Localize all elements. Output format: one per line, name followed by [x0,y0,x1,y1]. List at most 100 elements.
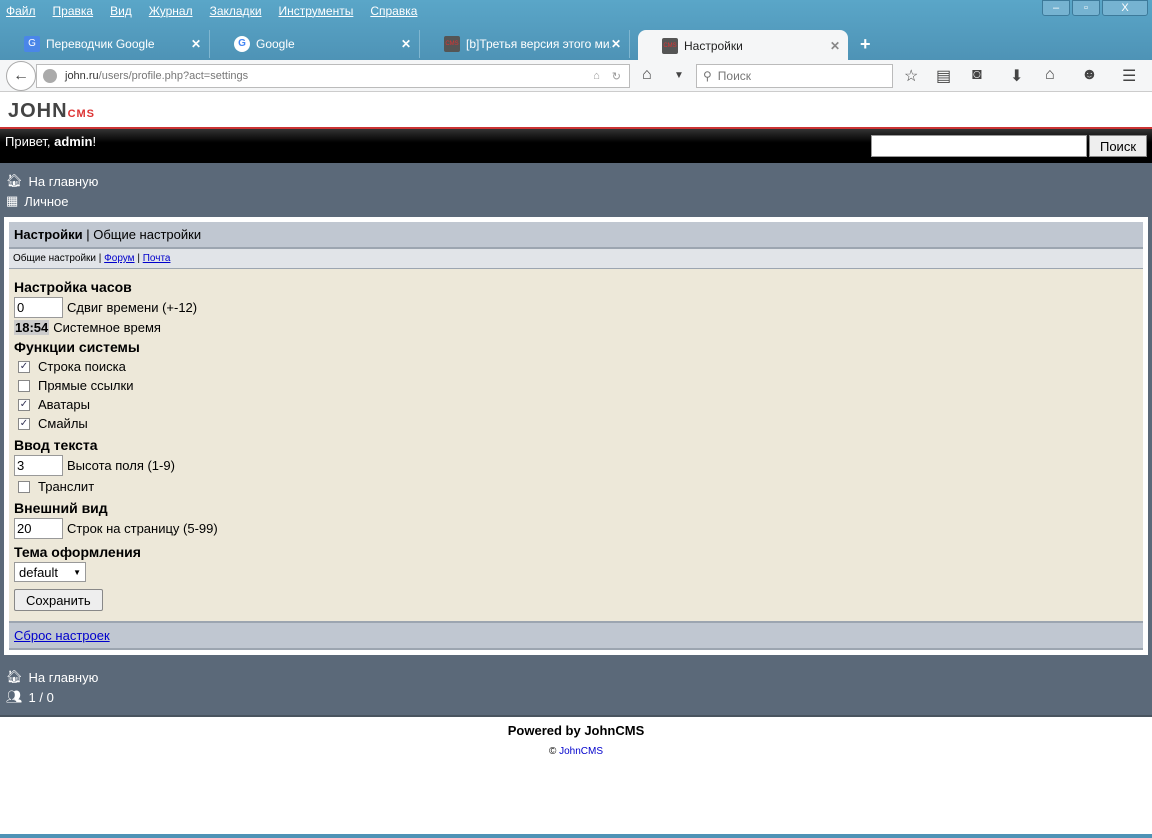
reset-settings-link[interactable]: Сброс настроек [14,628,110,643]
hamburger-menu-icon[interactable]: ☰ [1122,66,1136,86]
checkbox-search-bar[interactable]: ✓ Строка поиска [14,357,1138,376]
download-icon[interactable]: ⬇ [1010,66,1023,86]
online-value: 1 / 0 [28,689,54,705]
field-height-label: Высота поля (1-9) [67,457,175,473]
page-title: Настройки | Общие настройки [9,222,1143,249]
tab-google[interactable]: G Google ✕ [210,30,420,58]
nav-home[interactable]: 🏠︎ На главную [6,171,1146,191]
site-logo[interactable]: JOHNCMS [0,92,1152,127]
globe-icon [43,69,57,83]
system-heading: Функции системы [14,339,140,355]
menu-edit[interactable]: Правка [53,4,94,18]
back-arrow-icon[interactable]: ← [6,60,36,91]
menu-view[interactable]: Вид [110,4,132,18]
browser-chrome: Файл Правка Вид Журнал Закладки Инструме… [0,0,1152,62]
home-page-icon[interactable]: ⌂ [593,70,600,83]
minimize-button[interactable]: – [1042,0,1070,16]
menu-file[interactable]: Файл [6,4,36,18]
new-tab-icon[interactable]: + [860,34,871,55]
grid-icon: ▦ [6,193,19,208]
tab-forum[interactable]: CMS [b]Третья версия этого ми... ✕ [420,30,630,58]
close-tab-icon[interactable]: ✕ [611,37,621,51]
tab-label: Google [256,37,295,51]
restore-button[interactable]: ▫ [1072,0,1100,16]
tab-label: Переводчик Google [46,37,155,51]
greeting: Привет, admin! [5,134,97,149]
clock-heading: Настройка часов [14,279,132,295]
close-tab-icon[interactable]: ✕ [830,39,840,53]
chevron-down-icon: ▼ [73,567,81,577]
save-button[interactable]: Сохранить [14,589,103,611]
search-icon: ⚲ [703,69,712,83]
powered-by: Powered by JohnCMS [507,723,645,738]
menu-history[interactable]: Журнал [149,4,193,18]
rows-per-page-label: Строк на страницу (5-99) [67,520,218,536]
input-heading: Ввод текста [14,437,98,453]
nav-label: На главную [28,173,99,189]
menu-help[interactable]: Справка [370,4,417,18]
theme-heading: Тема оформления [14,544,141,560]
checkbox-label: Транслит [38,479,95,494]
url-bar[interactable]: john.ru/users/profile.php?act=settings ⌂… [36,64,630,88]
tab-translate[interactable]: G Переводчик Google ✕ [0,30,210,58]
taskbar [0,834,1152,838]
home-icon[interactable]: ⌂ [1045,66,1055,84]
footer-home[interactable]: 🏠︎ На главную [6,667,1146,687]
google-icon: G [234,36,250,52]
time-shift-label: Сдвиг времени (+-12) [67,299,198,315]
checkbox-label: Аватары [38,397,90,412]
reload-icon[interactable]: ↻ [612,70,621,83]
bookmark-star-icon[interactable]: ☆ [904,66,918,86]
field-height-input[interactable] [14,454,63,476]
online-count[interactable]: 👥︎ 1 / 0 [6,687,1146,707]
home-icon: 🏠︎ [6,669,23,684]
logo-text: JOHN [8,100,68,122]
close-window-button[interactable]: X [1102,0,1148,16]
nav-personal[interactable]: ▦ Личное [6,191,1146,211]
settings-form: Настройка часов Сдвиг времени (+-12) 18:… [9,269,1143,621]
checkbox-smileys[interactable]: ✓ Смайлы [14,414,1138,433]
menu-bookmarks[interactable]: Закладки [210,4,262,18]
theme-select[interactable]: default ▼ [14,562,86,582]
time-shift-input[interactable] [14,296,63,318]
site-header: Привет, admin! Поиск [0,129,1152,163]
close-tab-icon[interactable]: ✕ [401,37,411,51]
dropdown-arrow-icon[interactable]: ▼ [674,70,684,81]
search-input[interactable]: ⚲ Поиск [696,64,893,88]
site-search-button[interactable]: Поиск [1089,135,1147,157]
tab-settings[interactable]: CMS Настройки ✕ [638,30,848,62]
checkbox-avatars[interactable]: ✓ Аватары [14,395,1138,414]
menu-bar: Файл Правка Вид Журнал Закладки Инструме… [0,0,1152,22]
nav-label: На главную [28,669,99,685]
home-icon: 🏠︎ [6,173,23,188]
checkbox-label: Смайлы [38,416,88,431]
google-translate-icon: G [24,36,40,52]
rows-per-page-input[interactable] [14,517,63,539]
checkbox[interactable]: ✓ [18,360,30,373]
subnav-mail-link[interactable]: Почта [143,253,171,264]
checkbox[interactable] [18,379,30,392]
site-search-input[interactable] [871,135,1087,157]
checkbox[interactable] [18,480,30,493]
johncms-favicon: CMS [444,36,460,52]
url-host: john.ru [65,70,99,82]
subnav-forum-link[interactable]: Форум [104,253,134,264]
nav-bar: ← john.ru/users/profile.php?act=settings… [0,60,1152,92]
system-time: 18:54 [14,319,50,335]
johncms-link[interactable]: JohnCMS [559,746,603,757]
pocket-icon[interactable]: ◙ [972,66,982,84]
checkbox[interactable]: ✓ [18,417,30,430]
footer-nav: 🏠︎ На главную 👥︎ 1 / 0 [0,659,1152,717]
close-tab-icon[interactable]: ✕ [191,37,201,51]
top-nav: 🏠︎ На главную ▦ Личное [0,163,1152,217]
chat-icon[interactable]: ☻ [1081,66,1098,84]
theme-value: default [19,564,59,580]
settings-subnav: Общие настройки | Форум | Почта [9,249,1143,269]
search-placeholder: Поиск [717,69,752,83]
menu-tools[interactable]: Инструменты [279,4,354,18]
checkbox-translit[interactable]: Транслит [14,477,1138,496]
checkbox[interactable]: ✓ [18,398,30,411]
reading-list-icon[interactable]: ▤ [936,66,951,86]
checkbox-direct-links[interactable]: Прямые ссылки [14,376,1138,395]
home-colored-icon[interactable]: ⌂ [642,66,652,84]
